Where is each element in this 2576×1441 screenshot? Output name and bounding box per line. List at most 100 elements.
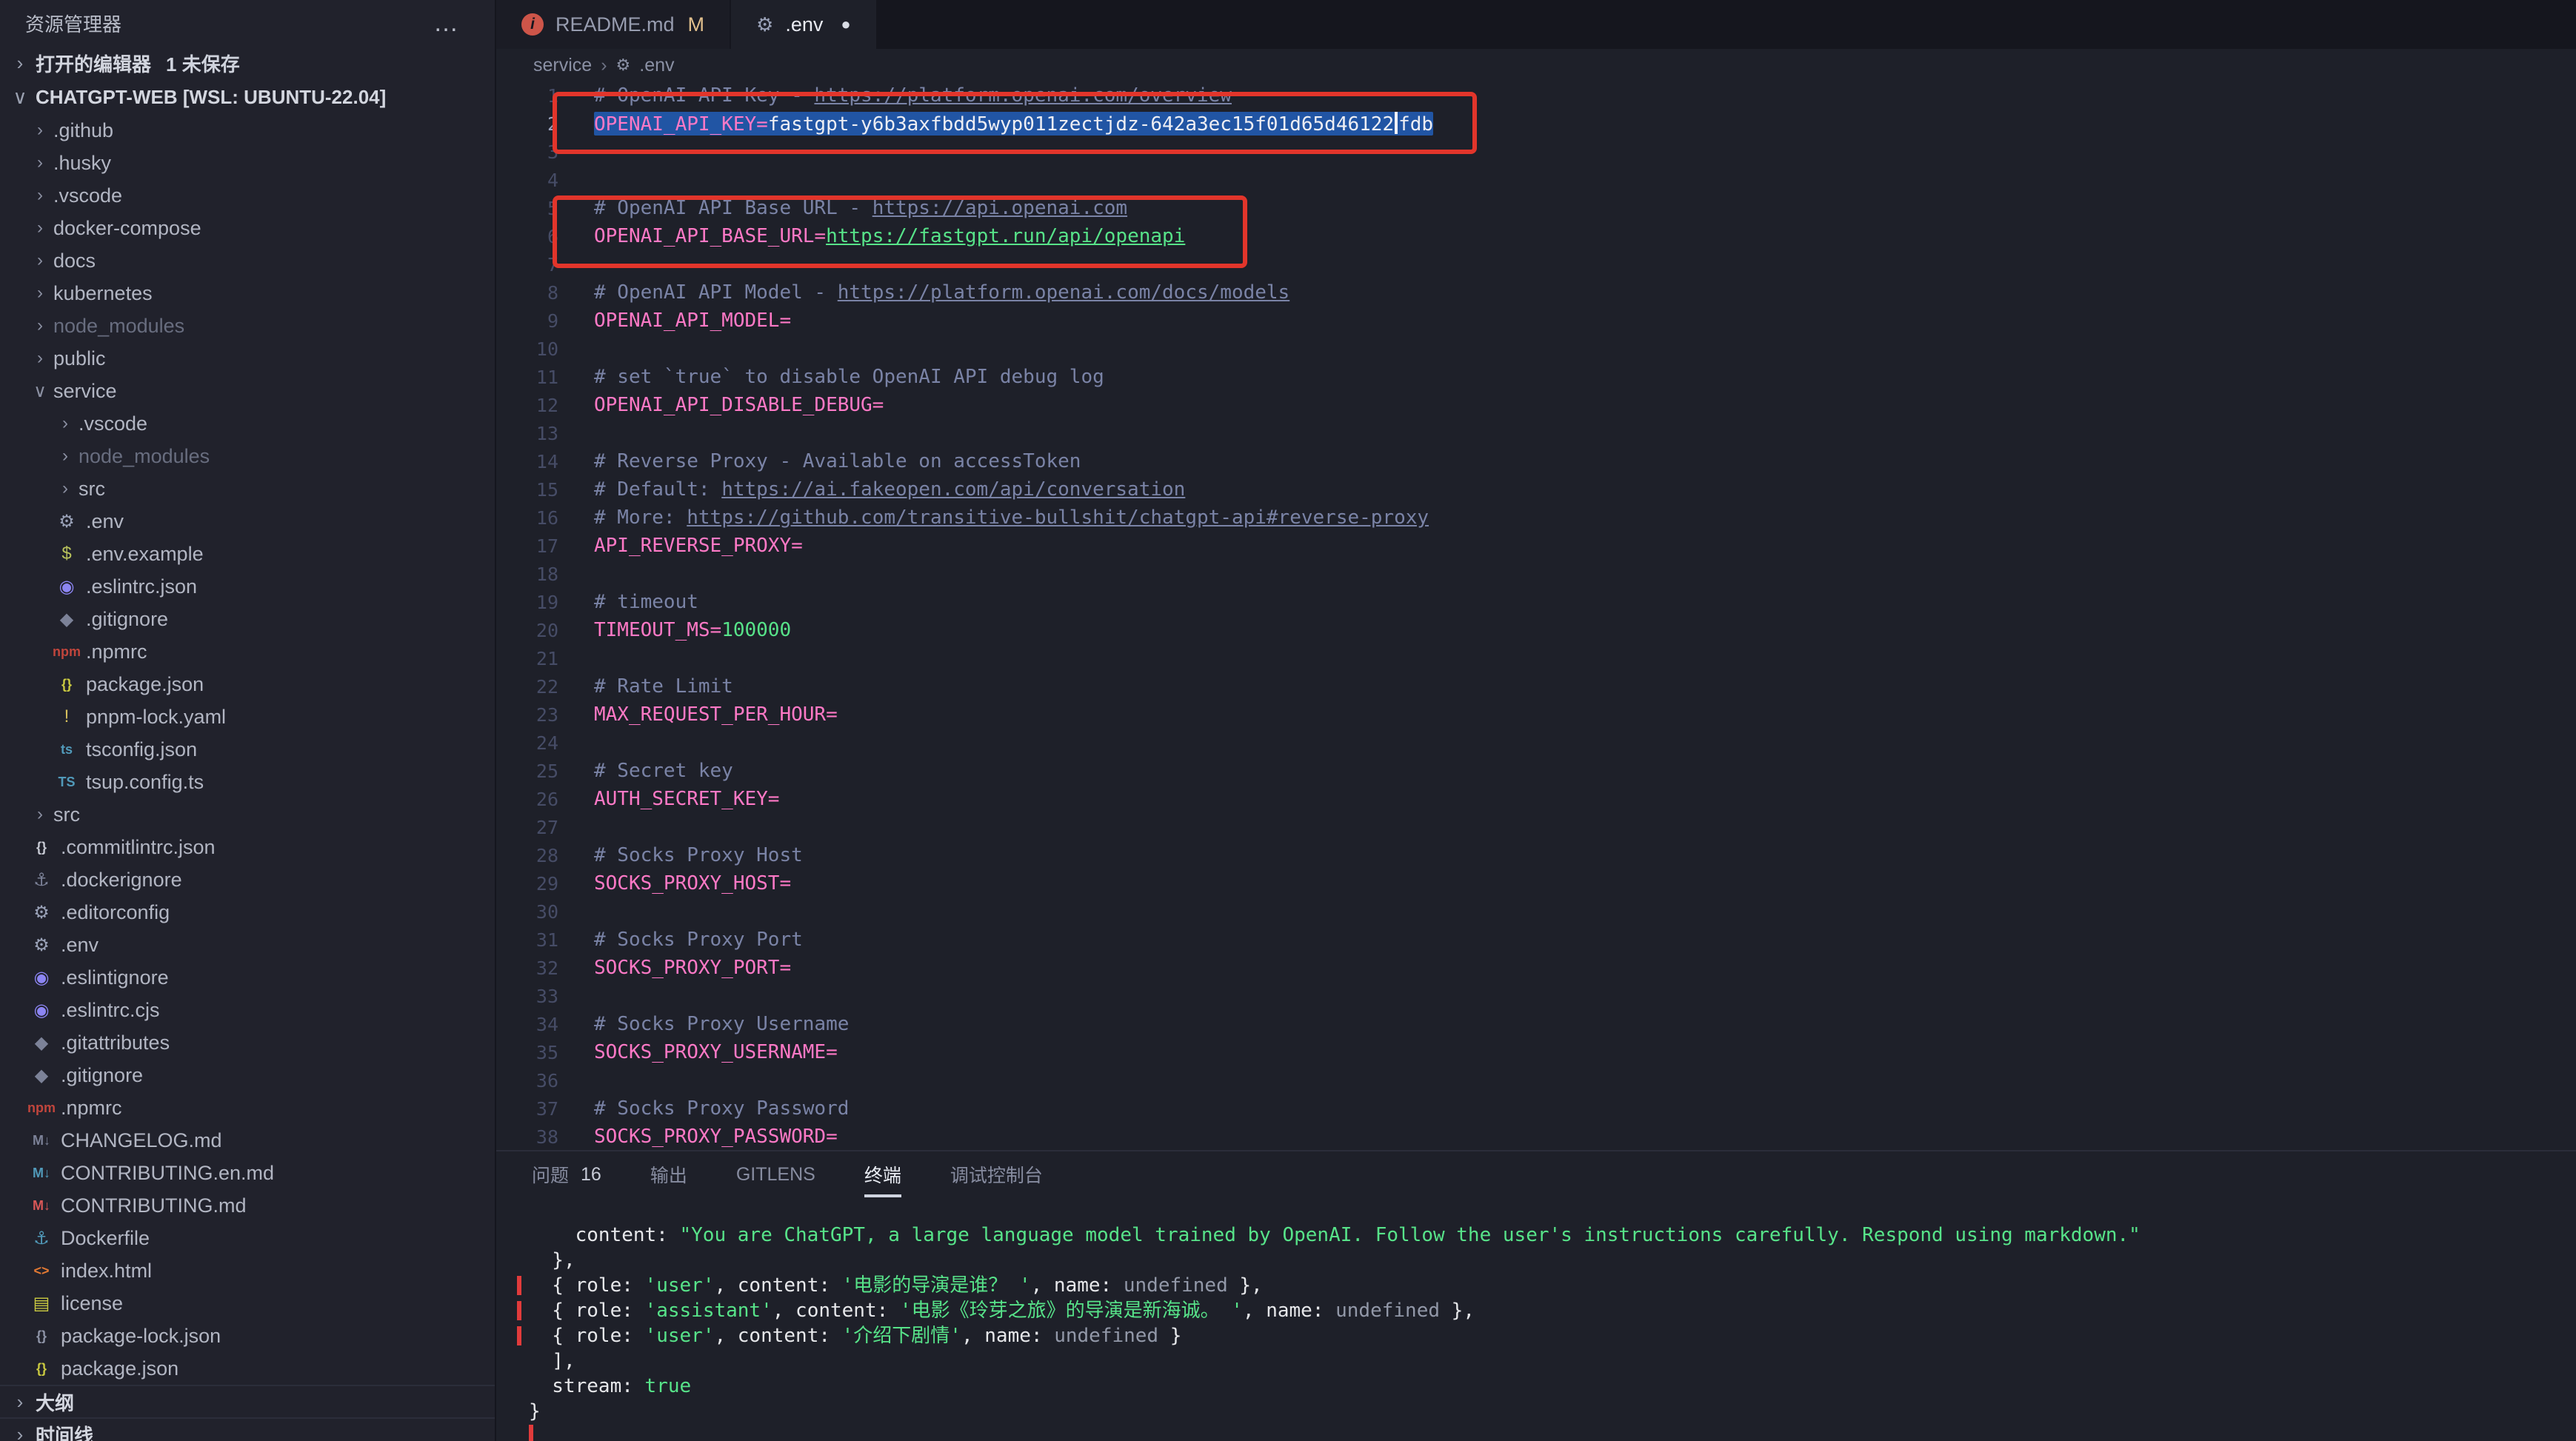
code-line-21[interactable]: 21 [496,644,2576,672]
code-line-23[interactable]: 23MAX_REQUEST_PER_HOUR= [496,701,2576,729]
tree-file-Dockerfile[interactable]: ⚓Dockerfile [0,1222,495,1254]
code-line-29[interactable]: 29SOCKS_PROXY_HOST= [496,869,2576,897]
code-line-19[interactable]: 19# timeout [496,588,2576,616]
code-line-34[interactable]: 34# Socks Proxy Username [496,1010,2576,1038]
tree-folder-node_modules[interactable]: ›node_modules [0,440,495,472]
terminal-output[interactable]: content: "You are ChatGPT, a large langu… [496,1197,2576,1441]
tree-file-package.json[interactable]: {}package.json [0,668,495,701]
project-root-header[interactable]: ∨ CHATGPT-WEB [WSL: UBUNTU-22.04] [0,80,495,114]
tree-folder-src[interactable]: ›src [0,798,495,831]
tree-file-.env[interactable]: ⚙.env [0,505,495,538]
tree-folder-src[interactable]: ›src [0,472,495,505]
code-line-38[interactable]: 38SOCKS_PROXY_PASSWORD= [496,1123,2576,1151]
code-line-26[interactable]: 26AUTH_SECRET_KEY= [496,785,2576,813]
tree-folder-.husky[interactable]: ›.husky [0,147,495,179]
code-line-9[interactable]: 9OPENAI_API_MODEL= [496,307,2576,335]
tree-folder-.vscode[interactable]: ›.vscode [0,407,495,440]
unsaved-dot-icon[interactable]: ● [841,15,850,34]
tab-readme-md[interactable]: i README.md M [496,0,731,49]
tree-file-.eslintrc.cjs[interactable]: ◉.eslintrc.cjs [0,994,495,1026]
panel-tab-gitlens[interactable]: GITLENS [736,1151,815,1197]
code-line-16[interactable]: 16# More: https://github.com/transitive-… [496,504,2576,532]
code-line-22[interactable]: 22# Rate Limit [496,672,2576,701]
line-number: 13 [496,423,558,444]
panel-tab-problems[interactable]: 问题16 [532,1151,601,1197]
code-line-1[interactable]: 1# OpenAI API Key - https://platform.ope… [496,81,2576,110]
tree-folder-docker-compose[interactable]: ›docker-compose [0,212,495,244]
tree-file-pnpm-lock.yaml[interactable]: !pnpm-lock.yaml [0,701,495,733]
code-line-20[interactable]: 20TIMEOUT_MS=100000 [496,616,2576,644]
tree-file-.gitattributes[interactable]: ◆.gitattributes [0,1026,495,1059]
panel-tab-output[interactable]: 输出 [650,1151,687,1197]
tree-file-.editorconfig[interactable]: ⚙.editorconfig [0,896,495,929]
tree-file-CHANGELOG.md[interactable]: M↓CHANGELOG.md [0,1124,495,1157]
code-line-2[interactable]: 2OPENAI_API_KEY=fastgpt-y6b3axfbdd5wyp01… [496,110,2576,138]
tree-folder-service[interactable]: ∨service [0,375,495,407]
line-number: 21 [496,648,558,669]
code-line-4[interactable]: 4 [496,166,2576,194]
tree-file-tsup.config.ts[interactable]: TStsup.config.ts [0,766,495,798]
code-line-15[interactable]: 15# Default: https://ai.fakeopen.com/api… [496,475,2576,504]
tree-file-index.html[interactable]: <>index.html [0,1254,495,1287]
code-line-18[interactable]: 18 [496,560,2576,588]
tree-file-package.json[interactable]: {}package.json [0,1352,495,1385]
tree-file-CONTRIBUTING.en.md[interactable]: M↓CONTRIBUTING.en.md [0,1157,495,1189]
code-line-3[interactable]: 3 [496,138,2576,166]
tree-file-.env.example[interactable]: $.env.example [0,538,495,570]
tree-file-tsconfig.json[interactable]: tstsconfig.json [0,733,495,766]
tree-file-.eslintignore[interactable]: ◉.eslintignore [0,961,495,994]
breadcrumb-item-service[interactable]: service [533,55,592,76]
code-line-14[interactable]: 14# Reverse Proxy - Available on accessT… [496,447,2576,475]
code-line-33[interactable]: 33 [496,982,2576,1010]
code-line-6[interactable]: 6OPENAI_API_BASE_URL=https://fastgpt.run… [496,222,2576,250]
breadcrumb-item-env[interactable]: .env [639,55,674,76]
tree-item-label: .vscode [79,412,147,435]
code-line-17[interactable]: 17API_REVERSE_PROXY= [496,532,2576,560]
code-line-27[interactable]: 27 [496,813,2576,841]
code-line-32[interactable]: 32SOCKS_PROXY_PORT= [496,954,2576,982]
more-actions-icon[interactable]: … [433,9,461,38]
panel-tab-terminal[interactable]: 终端 [864,1151,901,1197]
git-icon: ◆ [52,609,81,630]
code-line-37[interactable]: 37# Socks Proxy Password [496,1094,2576,1123]
code-line-10[interactable]: 10 [496,335,2576,363]
tree-file-.env[interactable]: ⚙.env [0,929,495,961]
tree-file-license[interactable]: ▤license [0,1287,495,1320]
tree-file-.gitignore[interactable]: ◆.gitignore [0,1059,495,1091]
tree-folder-kubernetes[interactable]: ›kubernetes [0,277,495,310]
tree-file-.dockerignore[interactable]: ⚓.dockerignore [0,863,495,896]
tree-file-CONTRIBUTING.md[interactable]: M↓CONTRIBUTING.md [0,1189,495,1222]
tree-folder-node_modules[interactable]: ›node_modules [0,310,495,342]
tree-file-package-lock.json[interactable]: {}package-lock.json [0,1320,495,1352]
open-editors-header[interactable]: › 打开的编辑器 1 未保存 [0,46,495,80]
code-line-31[interactable]: 31# Socks Proxy Port [496,926,2576,954]
code-line-8[interactable]: 8# OpenAI API Model - https://platform.o… [496,278,2576,307]
code-line-13[interactable]: 13 [496,419,2576,447]
code-line-7[interactable]: 7 [496,250,2576,278]
code-line-25[interactable]: 25# Secret key [496,757,2576,785]
tree-file-.npmrc[interactable]: npm.npmrc [0,1091,495,1124]
tree-file-.npmrc[interactable]: npm.npmrc [0,635,495,668]
code-line-35[interactable]: 35SOCKS_PROXY_USERNAME= [496,1038,2576,1066]
tree-file-.eslintrc.json[interactable]: ◉.eslintrc.json [0,570,495,603]
code-line-12[interactable]: 12OPENAI_API_DISABLE_DEBUG= [496,391,2576,419]
timeline-section-header[interactable]: › 时间线 [0,1417,495,1441]
json-braces-icon: {} [27,840,56,855]
tree-folder-public[interactable]: ›public [0,342,495,375]
tree-file-.gitignore[interactable]: ◆.gitignore [0,603,495,635]
terminal-line: } [529,1399,2576,1424]
code-line-36[interactable]: 36 [496,1066,2576,1094]
tree-folder-docs[interactable]: ›docs [0,244,495,277]
tree-folder-.github[interactable]: ›.github [0,114,495,147]
code-line-24[interactable]: 24 [496,729,2576,757]
tree-file-.commitlintrc.json[interactable]: {}.commitlintrc.json [0,831,495,863]
code-line-28[interactable]: 28# Socks Proxy Host [496,841,2576,869]
panel-tab-debug-console[interactable]: 调试控制台 [950,1151,1043,1197]
outline-section-header[interactable]: › 大纲 [0,1385,495,1417]
tab-env[interactable]: ⚙ .env ● [731,0,878,49]
code-line-5[interactable]: 5# OpenAI API Base URL - https://api.ope… [496,194,2576,222]
panel-tab-label: GITLENS [736,1164,815,1186]
code-line-30[interactable]: 30 [496,897,2576,926]
tree-folder-.vscode[interactable]: ›.vscode [0,179,495,212]
code-line-11[interactable]: 11# set `true` to disable OpenAI API deb… [496,363,2576,391]
